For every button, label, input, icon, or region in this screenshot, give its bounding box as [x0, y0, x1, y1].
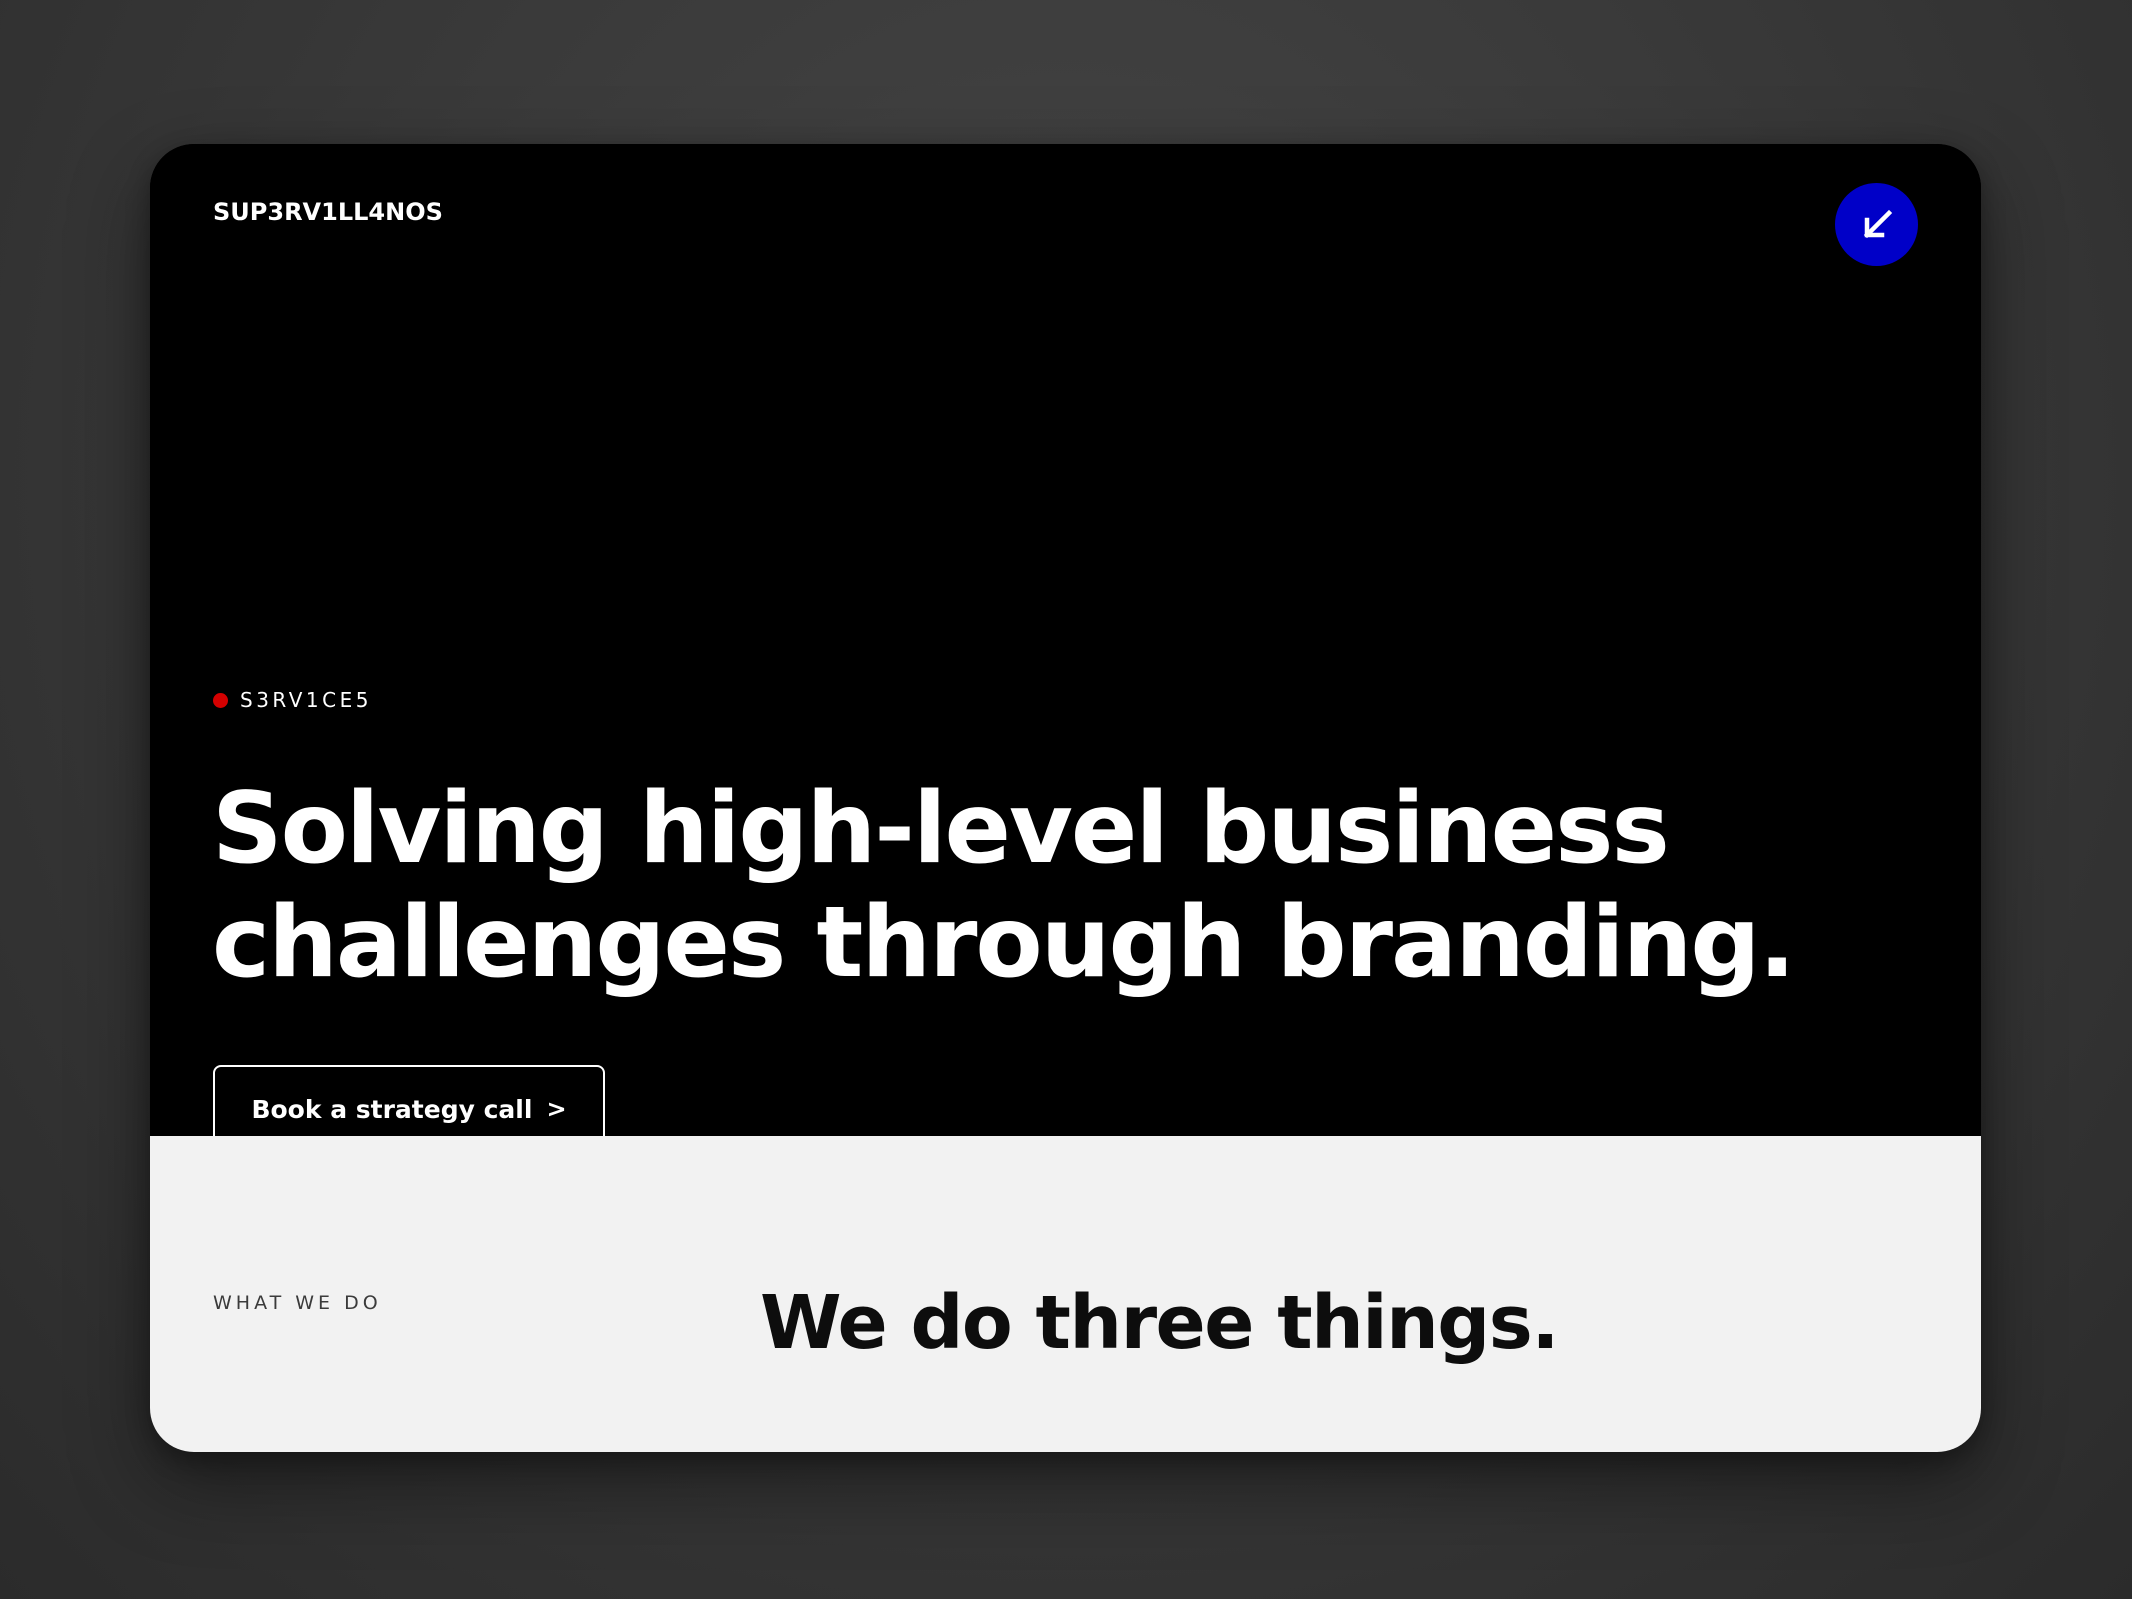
- hero-headline: Solving high-level business challenges t…: [212, 772, 1912, 1000]
- eyebrow: S3RV1CE5: [213, 690, 372, 710]
- section-title: We do three things.: [760, 1280, 1559, 1366]
- status-dot-icon: [213, 692, 228, 708]
- cta-label: Book a strategy call: [251, 1094, 533, 1124]
- menu-toggle-button[interactable]: [1835, 183, 1918, 266]
- hero-section: SUP3RV1LL4NOS S3RV1CE5 Solving high-leve…: [150, 144, 1981, 1153]
- section-label: WHAT WE DO: [213, 1292, 382, 1314]
- page-card: SUP3RV1LL4NOS S3RV1CE5 Solving high-leve…: [150, 144, 1981, 1452]
- brand-logo[interactable]: SUP3RV1LL4NOS: [213, 200, 443, 224]
- arrow-down-left-icon: [1863, 209, 1892, 238]
- headline-line-2: challenges through branding.: [212, 886, 1796, 1000]
- eyebrow-label: S3RV1CE5: [240, 688, 372, 712]
- headline-line-1: Solving high-level business: [212, 772, 1670, 886]
- what-we-do-section: WHAT WE DO We do three things.: [150, 1136, 1981, 1452]
- chevron-right-icon: >: [546, 1095, 567, 1123]
